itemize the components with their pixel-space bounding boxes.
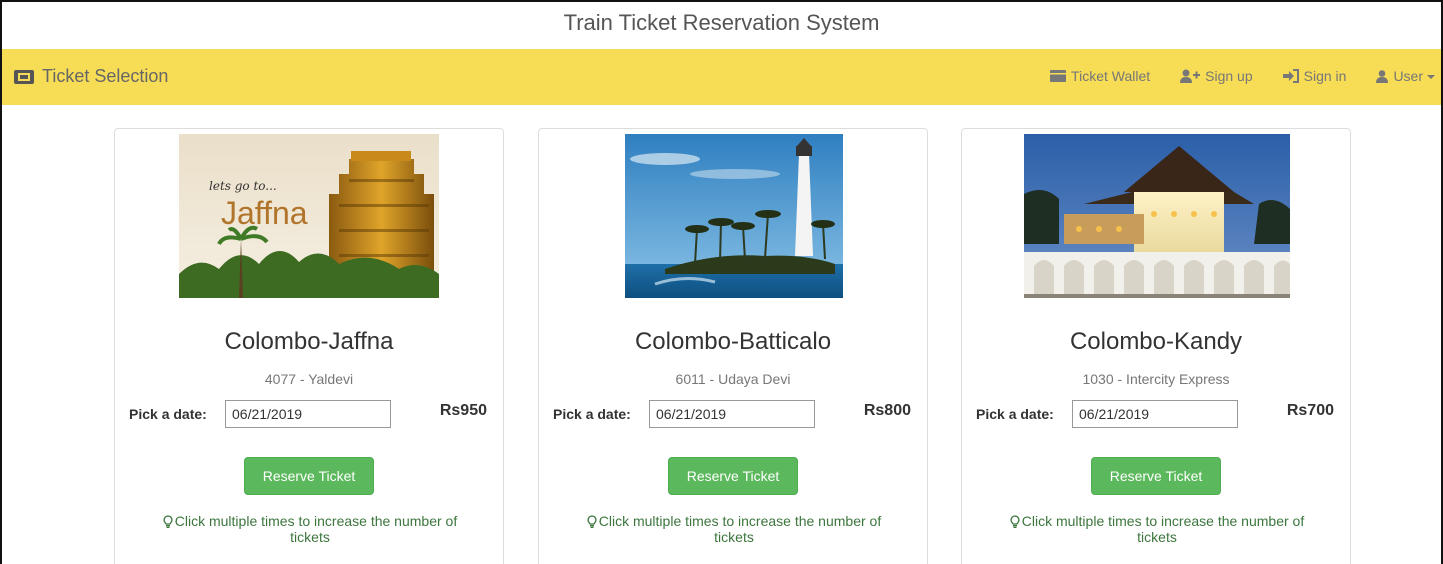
- reserve-ticket-button[interactable]: Reserve Ticket: [1091, 457, 1221, 495]
- lightbulb-icon: [587, 515, 597, 528]
- wallet-icon: [1050, 70, 1067, 82]
- ticket-price: Rs700: [1286, 402, 1334, 419]
- nav-sign-in-label: Sign in: [1303, 68, 1347, 84]
- train-info: 6011 - Udaya Devi: [675, 371, 791, 387]
- route-title: Colombo-Jaffna: [224, 328, 394, 355]
- date-input[interactable]: [225, 400, 391, 428]
- page-title: Train Ticket Reservation System: [563, 10, 880, 35]
- sign-in-icon: [1282, 69, 1299, 83]
- ticket-card-jaffna: lets go to... Jaffna Colombo-Jaffna 4077…: [114, 128, 504, 564]
- ticket-card-batticalo: Colombo-Batticalo 6011 - Udaya Devi Pick…: [538, 128, 928, 564]
- navbar-menu: Ticket Wallet Sign up Sign in User: [1020, 68, 1435, 84]
- user-plus-icon: [1180, 69, 1201, 83]
- date-input[interactable]: [649, 400, 815, 428]
- lightbulb-icon: [1010, 515, 1020, 528]
- route-title: Colombo-Batticalo: [634, 328, 832, 355]
- ticket-card-kandy: Colombo-Kandy 1030 - Intercity Express P…: [961, 128, 1351, 564]
- ticket-price: Rs950: [439, 402, 487, 419]
- user-icon: [1376, 69, 1389, 83]
- batticalo-photo: [625, 134, 843, 298]
- hint-label: Click multiple times to increase the num…: [174, 513, 458, 545]
- hint-text: Click multiple times to increase the num…: [992, 513, 1322, 545]
- ticket-price: Rs800: [863, 402, 911, 419]
- date-label: Pick a date:: [129, 406, 207, 422]
- route-title: Colombo-Kandy: [1069, 328, 1243, 355]
- jaffna-photo: lets go to... Jaffna: [179, 134, 439, 298]
- nav-sign-up-label: Sign up: [1205, 68, 1253, 84]
- nav-ticket-wallet[interactable]: Ticket Wallet: [1050, 68, 1150, 84]
- nav-sign-up[interactable]: Sign up: [1180, 68, 1253, 84]
- hint-text: Click multiple times to increase the num…: [145, 513, 475, 545]
- lightbulb-icon: [163, 515, 173, 528]
- train-info: 1030 - Intercity Express: [1082, 371, 1230, 387]
- kandy-photo: [1024, 134, 1290, 298]
- date-label: Pick a date:: [976, 406, 1054, 422]
- reserve-ticket-button[interactable]: Reserve Ticket: [668, 457, 798, 495]
- navbar-brand[interactable]: Ticket Selection: [14, 66, 168, 87]
- ticket-icon: [14, 69, 34, 84]
- navbar: Ticket Selection Ticket Wallet Sign up S…: [2, 49, 1441, 105]
- app-window: Train Ticket Reservation System Ticket S…: [0, 0, 1443, 564]
- nav-user-dropdown[interactable]: User: [1376, 68, 1435, 84]
- navbar-brand-label: Ticket Selection: [42, 66, 169, 86]
- train-info: 4077 - Yaldevi: [264, 371, 354, 387]
- nav-ticket-wallet-label: Ticket Wallet: [1071, 68, 1151, 84]
- hint-label: Click multiple times to increase the num…: [1021, 513, 1305, 545]
- nav-user-label: User: [1393, 68, 1423, 84]
- photo-caption-large: Jaffna: [221, 195, 308, 231]
- date-input[interactable]: [1072, 400, 1238, 428]
- reserve-ticket-button[interactable]: Reserve Ticket: [244, 457, 374, 495]
- chevron-down-icon: [1427, 74, 1435, 79]
- photo-caption-small: lets go to...: [209, 179, 277, 193]
- hint-text: Click multiple times to increase the num…: [569, 513, 899, 545]
- hint-label: Click multiple times to increase the num…: [598, 513, 882, 545]
- nav-sign-in[interactable]: Sign in: [1282, 68, 1347, 84]
- date-label: Pick a date:: [553, 406, 631, 422]
